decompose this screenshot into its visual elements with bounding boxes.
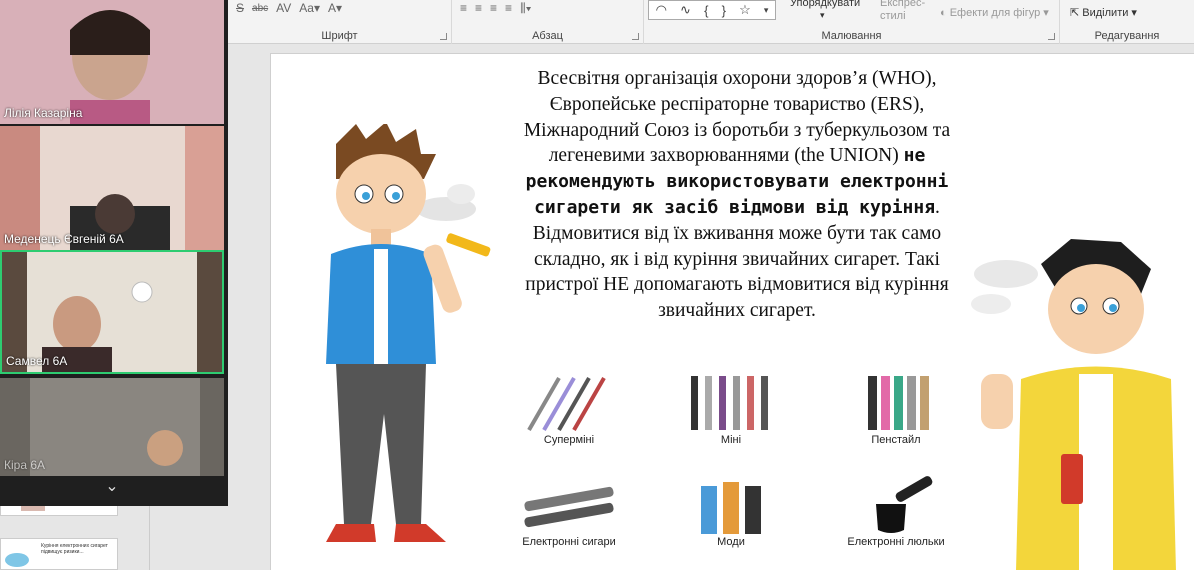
align-center-icon[interactable]: ≡ xyxy=(475,1,482,15)
e-cigarette xyxy=(446,233,491,257)
shape-arc-icon[interactable]: ◠ xyxy=(656,2,667,18)
cartoon-boy-left[interactable] xyxy=(296,124,496,554)
thumbnail-image xyxy=(5,553,29,567)
shape-curve-icon[interactable]: ∿ xyxy=(680,2,691,18)
mini-image xyxy=(691,376,768,430)
shape-effects-button[interactable]: ◐ Ефекти для фігур ▾ xyxy=(940,6,1049,19)
device-e-pipes: Електронні люльки xyxy=(826,474,966,548)
slide-thumbnail-current[interactable]: Куріння електронних сигарет підвищує риз… xyxy=(0,538,118,570)
columns-icon[interactable]: ⫼▾ xyxy=(520,1,531,16)
device-superminі: Суперміні xyxy=(499,372,639,446)
arrange-chevron-icon[interactable]: ▾ xyxy=(820,10,825,21)
participant-name: Самвел 6А xyxy=(6,354,68,368)
font-color-icon[interactable]: A▾ xyxy=(328,1,342,15)
mods-image xyxy=(701,482,761,534)
gallery-more-icon[interactable]: ▾ xyxy=(764,5,769,16)
arrange-button[interactable]: Упорядкувати xyxy=(790,0,860,9)
select-label: Виділити xyxy=(1082,7,1129,19)
paragraph-dialog-launcher-icon[interactable] xyxy=(632,33,639,40)
device-label: Суперміні xyxy=(543,434,595,446)
align-left-icon[interactable]: ≡ xyxy=(460,1,467,15)
strikethrough-icon[interactable]: S xyxy=(236,1,244,15)
smoke-cloud xyxy=(971,294,1011,314)
e-cigarette-device xyxy=(1061,454,1083,504)
paragraph-tools: ≡ ≡ ≡ ≡ ⫼▾ xyxy=(460,0,531,16)
paragraph-group: ≡ ≡ ≡ ≡ ⫼▾ Абзац xyxy=(452,0,644,44)
char-spacing-icon[interactable]: AV xyxy=(276,1,291,15)
ribbon: S abc AV Aa▾ A▾ Шрифт ≡ ≡ ≡ ≡ ⫼▾ Абзац ◠ xyxy=(228,0,1194,44)
supermini-image xyxy=(527,377,606,431)
participant-tile[interactable]: Меденець Євгеній 6А xyxy=(0,126,224,250)
boy-head xyxy=(1048,264,1144,354)
boy-head xyxy=(336,154,426,234)
abc-icon[interactable]: abc xyxy=(252,3,268,14)
cursor-icon: ⇱ xyxy=(1070,7,1083,19)
smoke-cloud xyxy=(447,184,475,204)
boy-shoe xyxy=(326,524,376,542)
editing-group: ⇱ Виділити ▾ Редагування xyxy=(1060,0,1194,44)
cartoon-boy-right[interactable] xyxy=(961,234,1194,570)
boy-pupil xyxy=(392,192,400,200)
slide-canvas[interactable]: Всесвітня організація охорони здоров’я (… xyxy=(270,53,1194,570)
shapes-gallery[interactable]: ◠ ∿ { } ☆ ▾ xyxy=(648,0,776,20)
font-case-icon[interactable]: Aa▾ xyxy=(299,1,320,15)
smoke-cloud xyxy=(974,260,1038,288)
device-mini: Міні xyxy=(661,372,801,446)
device-label: Пенстайл xyxy=(871,434,921,446)
participant-name: Кіра 6А xyxy=(4,458,46,472)
shape-brace-left-icon[interactable]: { xyxy=(704,3,708,18)
justify-icon[interactable]: ≡ xyxy=(505,1,512,15)
video-conference-panel: Лілія Казаріна Меденець Євгеній 6А Самве… xyxy=(0,0,228,506)
participant-name: Меденець Євгеній 6А xyxy=(4,232,124,246)
device-e-cigars: Електронні сигари xyxy=(499,474,639,548)
participant-tile[interactable]: Лілія Казаріна xyxy=(0,0,224,124)
editing-group-label: Редагування xyxy=(1094,30,1160,42)
boy-shirt xyxy=(374,249,388,364)
slide-text-part1: Всесвітня організація охорони здоров’я (… xyxy=(523,68,951,167)
device-label: Електронні люльки xyxy=(847,536,945,548)
device-label: Електронні сигари xyxy=(522,536,616,548)
font-dialog-launcher-icon[interactable] xyxy=(440,33,447,40)
boy-pupil xyxy=(1077,304,1085,312)
font-tools: S abc AV Aa▾ A▾ xyxy=(236,0,342,16)
quick-styles-button[interactable]: Експрес-стилі xyxy=(880,0,930,23)
drawing-dialog-launcher-icon[interactable] xyxy=(1048,33,1055,40)
device-label: Моди xyxy=(717,536,745,548)
shape-effects-label: Ефекти для фігур xyxy=(949,7,1041,19)
boy-pupil xyxy=(362,192,370,200)
shape-effects-icon: ◐ xyxy=(940,7,950,19)
font-group: S abc AV Aa▾ A▾ Шрифт xyxy=(228,0,452,44)
participant-name: Лілія Казаріна xyxy=(4,106,83,120)
drawing-group-label: Малювання xyxy=(821,30,882,42)
e-pipes-image xyxy=(876,476,933,533)
shape-brace-right-icon[interactable]: } xyxy=(722,3,726,18)
penstyle-image xyxy=(868,376,929,430)
font-group-label: Шрифт xyxy=(321,30,358,42)
boy-hand-raised xyxy=(981,374,1013,429)
expand-participants-button[interactable]: ⌄ xyxy=(0,476,224,504)
e-cigars-image xyxy=(524,486,614,528)
boy-shoe xyxy=(394,524,446,542)
chevron-down-icon: ⌄ xyxy=(105,478,119,495)
boy-pants xyxy=(336,364,426,524)
boy-shirt xyxy=(1079,374,1113,570)
paragraph-group-label: Абзац xyxy=(532,30,563,42)
device-mods: Моди xyxy=(661,474,801,548)
drawing-group: ◠ ∿ { } ☆ ▾ Упорядкувати ▾ Експрес-стилі… xyxy=(644,0,1060,44)
participant-tile-active[interactable]: Самвел 6А xyxy=(0,250,224,374)
align-right-icon[interactable]: ≡ xyxy=(490,1,497,15)
device-penstyle: Пенстайл xyxy=(826,372,966,446)
participant-tile[interactable]: Кіра 6А xyxy=(0,378,224,476)
app-window: S abc AV Aa▾ A▾ Шрифт ≡ ≡ ≡ ≡ ⫼▾ Абзац ◠ xyxy=(0,0,1194,570)
select-button[interactable]: ⇱ Виділити ▾ xyxy=(1070,6,1137,19)
slide-body-text[interactable]: Всесвітня організація охорони здоров’я (… xyxy=(499,66,975,324)
shape-star-icon[interactable]: ☆ xyxy=(739,2,751,18)
boy-pupil xyxy=(1109,304,1117,312)
device-label: Міні xyxy=(720,434,742,446)
